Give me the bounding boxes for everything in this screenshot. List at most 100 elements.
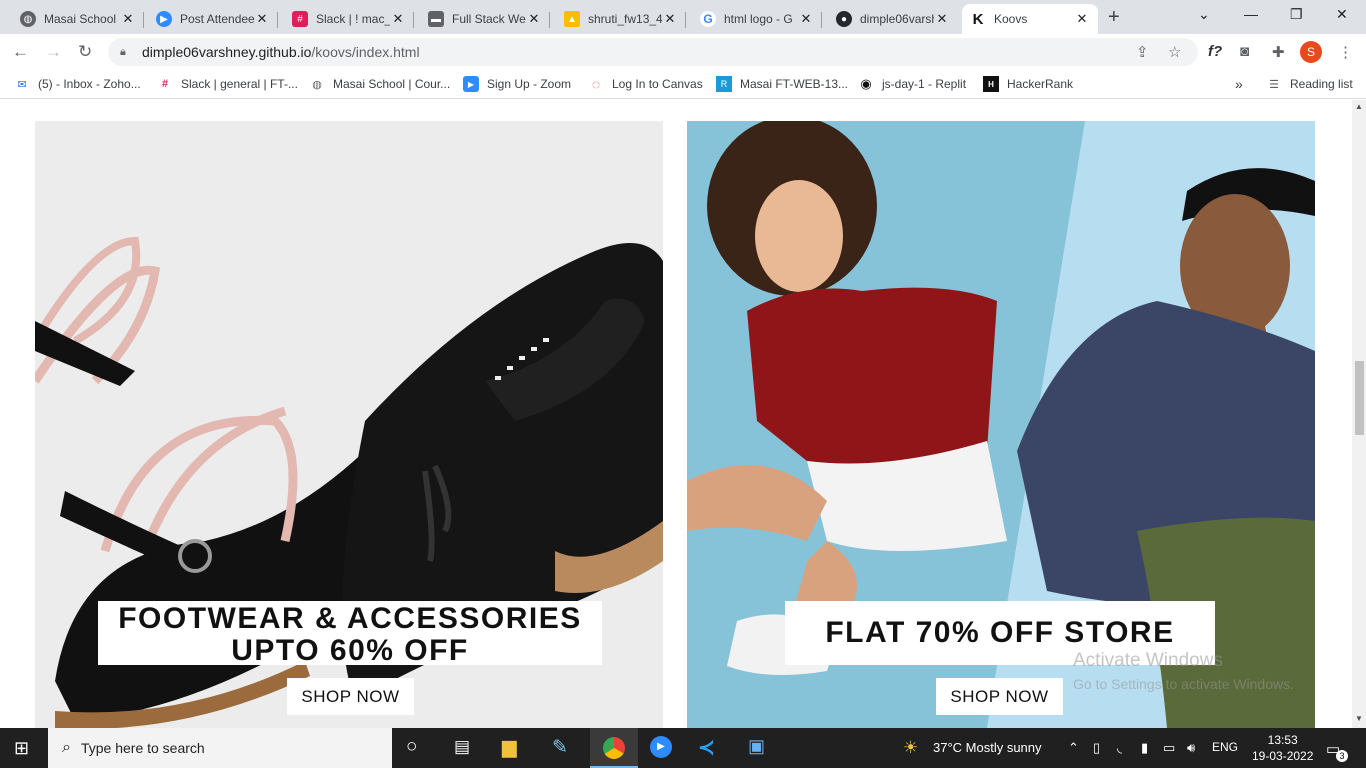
- tab-label: Slack | ! mac_: [316, 12, 390, 26]
- footwear-caption-line-2: UPTO 60% OFF: [231, 634, 469, 667]
- zoom-app-icon[interactable]: ▶: [650, 736, 672, 758]
- tab-drive[interactable]: ▲ shruti_fw13_4 ✕: [556, 4, 686, 34]
- close-icon[interactable]: ✕: [662, 11, 678, 27]
- globe-icon: ◍: [20, 11, 36, 27]
- scroll-up-arrow-icon[interactable]: ▲: [1355, 102, 1363, 111]
- close-icon[interactable]: ✕: [526, 11, 542, 27]
- bookmark-masai-replit[interactable]: R Masai FT-WEB-13...: [716, 76, 848, 92]
- bookmark-hackerrank[interactable]: H HackerRank: [983, 76, 1073, 92]
- back-icon[interactable]: ←: [12, 42, 29, 62]
- file-explorer-icon[interactable]: ▆: [502, 736, 517, 759]
- bookmark-label: Masai School | Cour...: [333, 77, 451, 91]
- extensions-puzzle-icon[interactable]: ✚: [1272, 43, 1285, 61]
- replit-icon: ◉: [860, 76, 872, 91]
- slack-icon: #: [161, 78, 169, 90]
- microphone-icon[interactable]: ▮: [1141, 740, 1148, 756]
- footwear-shop-now-button[interactable]: SHOP NOW: [287, 678, 414, 715]
- weather-text[interactable]: 37°C Mostly sunny: [933, 740, 1042, 755]
- footwear-banner[interactable]: FOOTWEAR & ACCESSORIES UPTO 60% OFF SHOP…: [35, 121, 663, 728]
- restore-icon[interactable]: ❐: [1290, 6, 1303, 23]
- close-icon[interactable]: ✕: [1074, 11, 1090, 27]
- tab-label: dimple06varsh: [860, 12, 934, 26]
- bookmark-zoho-inbox[interactable]: ✉ (5) - Inbox - Zoho...: [14, 76, 140, 92]
- zoom-icon: ▶: [463, 76, 479, 92]
- tab-strip: ◍ Masai School ✕ ▶ Post Attendee ✕ # Sla…: [0, 0, 1366, 34]
- camera-extension-icon[interactable]: ◙: [1240, 43, 1249, 60]
- bookmark-label: Sign Up - Zoom: [487, 77, 572, 91]
- bookmark-star-icon[interactable]: ☆: [1168, 43, 1181, 61]
- bookmark-slack-general[interactable]: # Slack | general | FT-...: [157, 76, 298, 92]
- windows-start-icon[interactable]: ⊞: [14, 738, 29, 759]
- zoho-mail-icon: ✉: [17, 78, 27, 91]
- cortana-icon[interactable]: ○: [406, 736, 417, 758]
- bookmark-js-day-1-replit[interactable]: ◉ js-day-1 - Replit: [858, 76, 966, 92]
- car-icon: ▬: [428, 11, 444, 27]
- weather-sun-icon[interactable]: ☀: [903, 738, 918, 758]
- formula-extension-icon[interactable]: f?: [1208, 43, 1222, 60]
- tab-label: Post Attendee: [180, 12, 254, 26]
- scroll-down-arrow-icon[interactable]: ▼: [1355, 714, 1363, 723]
- hackerrank-icon: H: [983, 76, 999, 92]
- bookmark-label: Slack | general | FT-...: [181, 77, 298, 91]
- notification-count-badge: 3: [1336, 750, 1348, 762]
- chrome-taskbar-button[interactable]: [590, 728, 638, 768]
- browser-toolbar: ← → ↻ 🔒︎ dimple06varshney.github.io/koov…: [0, 34, 1366, 71]
- drive-icon: ▲: [564, 11, 580, 27]
- bookmarks-overflow-button[interactable]: »: [1235, 76, 1243, 92]
- clock[interactable]: 13:53 19-03-2022: [1252, 732, 1313, 764]
- footwear-caption: FOOTWEAR & ACCESSORIES UPTO 60% OFF: [98, 601, 602, 667]
- koovs-icon: K: [970, 11, 986, 28]
- language-indicator[interactable]: ENG: [1212, 740, 1238, 754]
- tab-masai-school[interactable]: ◍ Masai School ✕: [12, 4, 144, 34]
- url-text[interactable]: dimple06varshney.github.io/koovs/index.h…: [142, 44, 420, 60]
- task-view-icon[interactable]: ▤: [454, 737, 470, 757]
- search-icon: ⌕: [62, 739, 71, 756]
- lock-icon[interactable]: 🔒︎: [120, 46, 132, 59]
- tab-google-search[interactable]: G html logo - G ✕: [692, 4, 822, 34]
- volume-icon[interactable]: 🔊︎: [1187, 740, 1195, 756]
- profile-avatar[interactable]: S: [1300, 41, 1322, 63]
- page-scrollbar[interactable]: ▲ ▼: [1352, 100, 1366, 728]
- tab-search-icon[interactable]: ⌄: [1198, 6, 1210, 23]
- github-icon: ●: [836, 11, 852, 27]
- new-tab-button[interactable]: +: [1108, 6, 1120, 29]
- taskbar-search-box[interactable]: ⌕ Type here to search: [48, 728, 392, 768]
- tab-post-attendee[interactable]: ▶ Post Attendee ✕: [148, 4, 278, 34]
- scrollbar-thumb[interactable]: [1355, 361, 1364, 435]
- reading-list-button[interactable]: ☰ Reading list: [1266, 76, 1353, 92]
- close-icon[interactable]: ✕: [254, 11, 270, 27]
- wifi-icon[interactable]: ◟: [1117, 740, 1122, 756]
- menu-kebab-icon[interactable]: ⋮: [1338, 43, 1353, 61]
- flat-70-shop-now-button[interactable]: SHOP NOW: [936, 678, 1063, 715]
- photos-icon[interactable]: ▣: [748, 736, 765, 757]
- footwear-caption-line-1: FOOTWEAR & ACCESSORIES: [118, 602, 582, 635]
- address-bar[interactable]: 🔒︎ dimple06varshney.github.io/koovs/inde…: [108, 38, 1198, 66]
- forward-icon[interactable]: →: [45, 42, 62, 62]
- globe-icon: ◍: [312, 78, 322, 91]
- tray-chevron-up-icon[interactable]: ⌃: [1068, 740, 1079, 756]
- tab-github[interactable]: ● dimple06varsh ✕: [828, 4, 958, 34]
- close-icon[interactable]: ✕: [120, 11, 136, 27]
- close-icon[interactable]: ✕: [390, 11, 406, 27]
- reading-list-icon: ☰: [1269, 78, 1279, 91]
- minimize-icon[interactable]: —: [1244, 6, 1258, 22]
- close-icon[interactable]: ✕: [934, 11, 950, 27]
- share-icon[interactable]: ⇪: [1136, 43, 1149, 61]
- reload-icon[interactable]: ↻: [78, 42, 92, 62]
- bookmark-masai-school[interactable]: ◍ Masai School | Cour...: [309, 76, 450, 92]
- tray-meet-icon[interactable]: ▯: [1093, 740, 1100, 756]
- battery-icon[interactable]: ▭: [1163, 740, 1175, 756]
- close-window-icon[interactable]: ✕: [1336, 6, 1348, 23]
- vscode-icon[interactable]: ≺: [698, 735, 715, 760]
- bookmark-zoom-signup[interactable]: ▶ Sign Up - Zoom: [463, 76, 571, 92]
- paint-icon[interactable]: ✎: [552, 736, 568, 759]
- replit-icon: R: [716, 76, 732, 92]
- tab-slack[interactable]: # Slack | ! mac_ ✕: [284, 4, 414, 34]
- bookmark-label: Masai FT-WEB-13...: [740, 77, 849, 91]
- tab-koovs[interactable]: K Koovs ✕: [962, 4, 1098, 34]
- tab-label: shruti_fw13_4: [588, 12, 662, 26]
- flat-70-banner[interactable]: FLAT 70% OFF STORE SHOP NOW: [687, 121, 1315, 728]
- close-icon[interactable]: ✕: [798, 11, 814, 27]
- bookmark-canvas-login[interactable]: ◌ Log In to Canvas: [588, 76, 703, 92]
- tab-full-stack-web[interactable]: ▬ Full Stack Web ✕: [420, 4, 550, 34]
